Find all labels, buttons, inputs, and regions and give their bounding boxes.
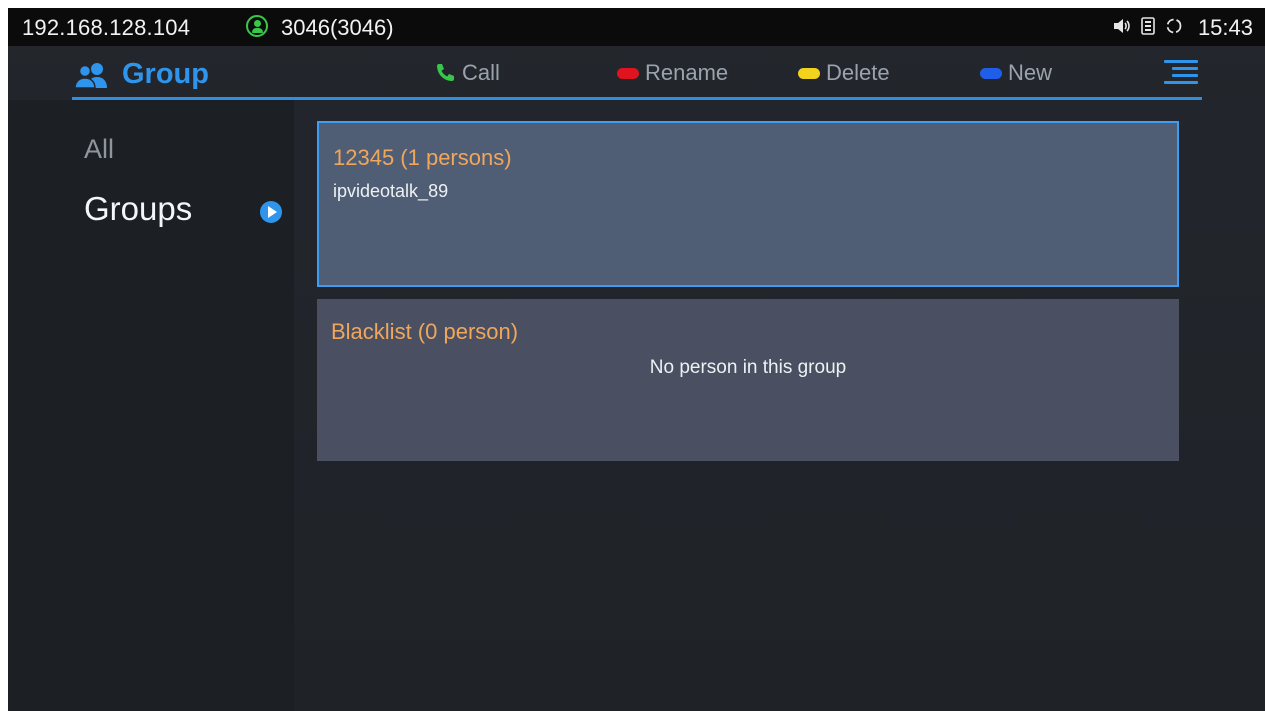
delete-button[interactable]: Delete — [798, 60, 890, 86]
ip-address: 192.168.128.104 — [22, 15, 191, 40]
rename-label: Rename — [645, 60, 729, 85]
account-number: 3046(3046) — [281, 15, 394, 40]
group-card-12345[interactable]: 12345 (1 persons) ipvideotalk_89 — [317, 121, 1179, 287]
sidebar-item-all[interactable]: All — [84, 134, 114, 165]
sync-icon — [1166, 18, 1182, 34]
page-title: Group — [122, 58, 209, 90]
rename-button[interactable]: Rename — [617, 60, 728, 86]
yellow-key-icon — [798, 67, 820, 79]
volume-icon — [1114, 19, 1130, 33]
action-bar: Group Call Rename Delete New — [72, 46, 1202, 100]
page-header: Group — [74, 58, 209, 91]
group-member: ipvideotalk_89 — [333, 181, 449, 201]
new-label: New — [1008, 60, 1053, 85]
selected-arrow-icon — [260, 201, 282, 223]
group-card-blacklist[interactable]: Blacklist (0 person) No person in this g… — [317, 299, 1179, 461]
group-icon — [74, 62, 107, 88]
red-key-icon — [617, 67, 639, 79]
menu-icon[interactable] — [1164, 60, 1198, 86]
call-button[interactable]: Call — [434, 60, 500, 86]
sidebar: All Groups — [8, 100, 294, 711]
delete-label: Delete — [826, 60, 890, 85]
status-bar: 192.168.128.104 3046(3046) 15:43 — [8, 8, 1265, 46]
device-screen: 192.168.128.104 3046(3046) 15:43 Group C… — [8, 8, 1265, 711]
phone-icon — [437, 64, 454, 81]
clock: 15:43 — [1197, 15, 1253, 40]
storage-icon — [1141, 17, 1155, 35]
call-label: Call — [462, 60, 500, 85]
empty-group-message: No person in this group — [649, 357, 847, 378]
account-status-icon — [246, 15, 268, 37]
sidebar-item-groups[interactable]: Groups — [84, 190, 192, 228]
blue-key-icon — [980, 67, 1002, 79]
new-button[interactable]: New — [980, 60, 1052, 86]
group-name: 12345 (1 persons) — [333, 145, 512, 170]
group-name: Blacklist (0 person) — [331, 319, 519, 344]
system-icons — [1113, 17, 1183, 35]
